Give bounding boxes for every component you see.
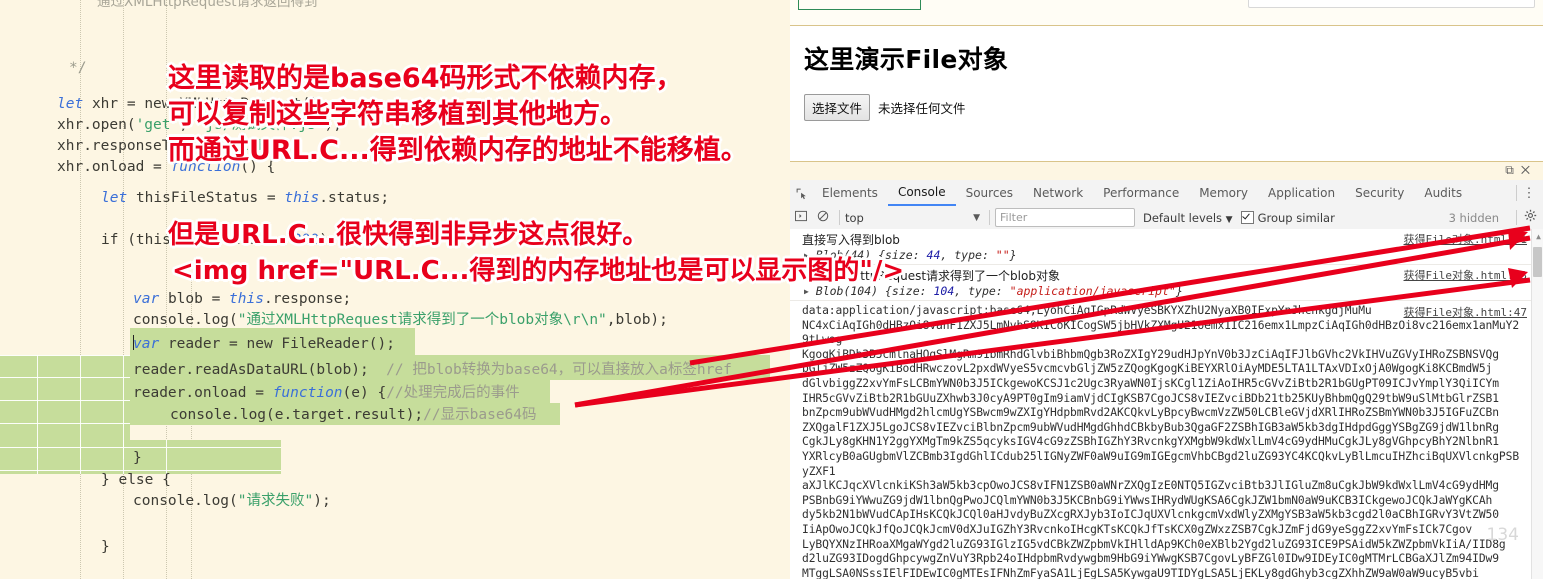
object-preview-mid: , type:: [940, 248, 996, 262]
code-line: reader.readAsDataURL(blob); // 把blob转换为b…: [133, 362, 732, 378]
selection-rule: [0, 423, 130, 424]
scroll-up-icon[interactable]: ▲: [1536, 232, 1541, 241]
divider: [989, 210, 990, 225]
code-line: console.log("通过XMLHttpRequest请求得到了一个blob…: [133, 312, 668, 328]
chevron-down-icon: ▼: [973, 212, 980, 223]
expand-triangle-icon[interactable]: ▶: [804, 287, 809, 296]
indent-guide: [80, 0, 81, 579]
annotation-2: 可以复制这些字符串移植到其他地方。: [166, 97, 629, 132]
console-row-base64[interactable]: 获得File对象.html:47 data:application/javasc…: [790, 301, 1543, 579]
divider: [839, 210, 840, 225]
selection-rule: [166, 440, 167, 474]
selection-rule: [123, 440, 124, 474]
annotation-3: 而通过URL.C...得到依赖内存的地址不能移植。: [166, 133, 750, 168]
divider: [1516, 210, 1517, 225]
code-line-comment: 通过XMLHttpRequest请求返回得到: [97, 0, 318, 10]
divider: [1516, 185, 1517, 201]
page-content: 这里演示File对象 选择文件 未选择任何文件: [790, 26, 1543, 162]
log-levels-select[interactable]: Default levels ▼: [1143, 211, 1233, 225]
devtools-titlebar: ⧉✕: [790, 162, 1543, 180]
tab-elements[interactable]: Elements: [812, 181, 888, 206]
console-object-preview[interactable]: ▶ Blob(44) {size: 44, type: ""}: [804, 248, 1543, 262]
group-similar-label: Group similar: [1257, 210, 1335, 225]
devtools-more-icon[interactable]: ⋮: [1521, 184, 1537, 202]
object-size-value: 44: [926, 248, 941, 262]
log-levels-label: Default levels: [1143, 210, 1223, 225]
console-source-link[interactable]: 获得File对象.html:81: [1404, 231, 1527, 247]
choose-file-button[interactable]: 选择文件: [804, 94, 871, 121]
tab-performance[interactable]: Performance: [1093, 181, 1189, 206]
annotation-5: <img href="URL.C...得到的内存地址也是可以显示图的"/>: [170, 254, 906, 288]
devtools-panel[interactable]: ⧉✕ Elements Console Sources Network Perf…: [790, 162, 1543, 579]
watermark: 134: [1486, 525, 1519, 545]
console-sidebar-icon[interactable]: [790, 210, 812, 225]
group-similar-checkbox[interactable]: [1240, 211, 1254, 224]
object-preview-suffix: }: [1009, 248, 1017, 262]
file-input-row[interactable]: 选择文件 未选择任何文件: [804, 94, 966, 121]
code-line: } else {: [101, 472, 171, 488]
no-file-selected-label: 未选择任何文件: [878, 101, 966, 116]
annotation-1: 这里读取的是base64码形式不依赖内存，: [166, 61, 685, 96]
tab-audits[interactable]: Audits: [1414, 181, 1472, 206]
selection-rule: [80, 440, 81, 474]
annotation-4: 但是URL.C...很快得到非异步这点很好。: [166, 218, 650, 252]
right-input-box[interactable]: [1248, 0, 1535, 8]
selection-rule: [0, 400, 130, 401]
object-type-value: "application/javascript": [1009, 284, 1176, 298]
indent-guide: [123, 0, 124, 579]
code-line: var blob = this.response;: [133, 291, 352, 307]
console-filter-input[interactable]: Filter: [995, 208, 1135, 227]
code-line: console.log("请求失败");: [133, 493, 331, 509]
green-outlined-box: [798, 0, 921, 10]
selection-rule: [0, 377, 130, 378]
execution-context-value: top: [845, 210, 864, 225]
tab-memory[interactable]: Memory: [1189, 181, 1258, 206]
code-line: }: [133, 450, 142, 466]
console-object-preview[interactable]: ▶ Blob(104) {size: 104, type: "applicati…: [804, 284, 1543, 298]
code-line: console.log(e.target.result);//显示base64码: [170, 407, 537, 423]
console-source-link[interactable]: 获得File对象.html:47: [1404, 304, 1527, 320]
selection-rule: [0, 355, 130, 356]
execution-context-select[interactable]: top ▼: [845, 211, 984, 225]
code-line-active: var reader = new FileReader();: [133, 335, 395, 352]
tab-sources[interactable]: Sources: [956, 181, 1023, 206]
chevron-down-icon: ▼: [1225, 214, 1233, 225]
object-preview-mid: , type:: [954, 284, 1010, 298]
page-top-strip: ▪▫: [790, 0, 1543, 26]
clear-console-icon[interactable]: [812, 210, 834, 225]
base64-output-text: data:application/javascript;base64,LyohC…: [802, 304, 1520, 579]
browser-pane[interactable]: ▪▫ 这里演示File对象 选择文件 未选择任何文件 ⧉✕ Elements C…: [790, 0, 1543, 579]
object-preview-suffix: }: [1175, 284, 1183, 298]
tab-security[interactable]: Security: [1345, 181, 1414, 206]
code-line: }: [101, 539, 110, 555]
page-title: 这里演示File对象: [804, 45, 1009, 74]
tab-application[interactable]: Application: [1258, 181, 1345, 206]
object-type-value: "": [995, 248, 1010, 262]
code-line: reader.onload = function(e) {//处理完成后的事件: [133, 385, 520, 401]
console-source-link[interactable]: 获得File对象.html:43: [1404, 267, 1527, 283]
devtools-window-controls[interactable]: ⧉✕: [1505, 163, 1537, 178]
code-line-comment-end: */: [69, 60, 87, 76]
inspect-element-icon[interactable]: [790, 180, 812, 206]
devtools-tabbar[interactable]: Elements Console Sources Network Perform…: [790, 180, 1543, 207]
console-scrollbar[interactable]: ▲: [1531, 229, 1543, 579]
hidden-messages-count: 3 hidden: [1448, 210, 1499, 225]
object-size-value: 104: [933, 284, 955, 298]
gear-icon[interactable]: [1524, 209, 1537, 226]
tab-network[interactable]: Network: [1023, 181, 1093, 206]
tab-console[interactable]: Console: [887, 180, 956, 206]
selection-rule: [37, 440, 38, 474]
console-toolbar[interactable]: top ▼ Filter Default levels ▼ Group simi…: [790, 206, 1543, 230]
console-scrollbar-thumb[interactable]: [1533, 247, 1542, 277]
code-line: let thisFileStatus = this.status;: [101, 190, 390, 206]
